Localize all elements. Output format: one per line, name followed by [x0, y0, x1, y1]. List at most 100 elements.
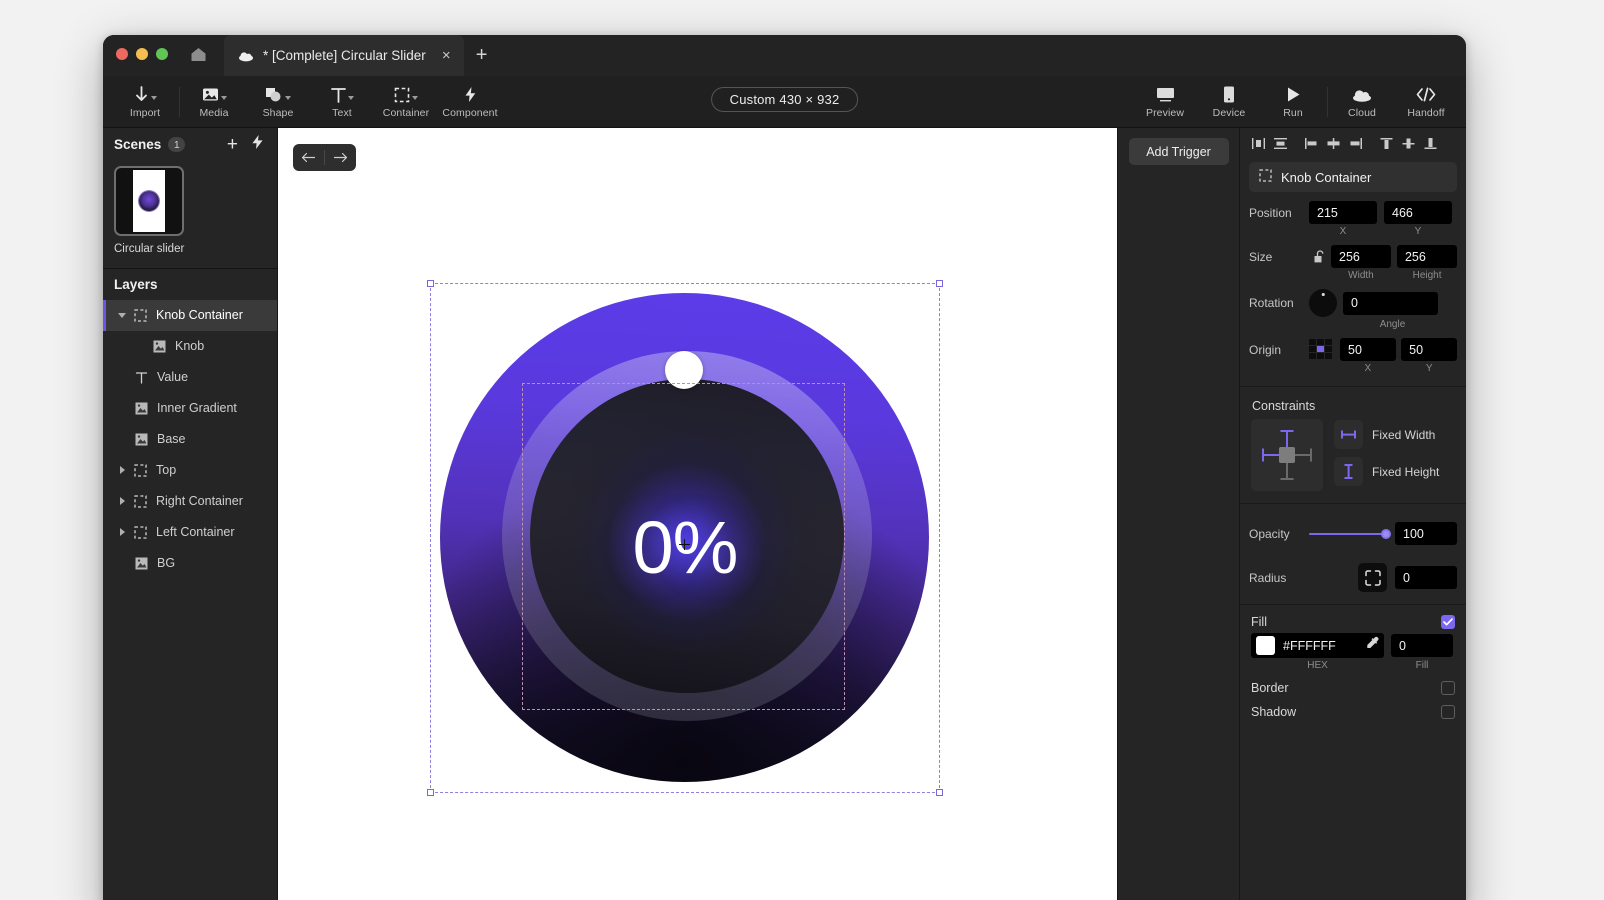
constraints-title: Constraints	[1252, 399, 1316, 413]
new-tab-button[interactable]: +	[464, 35, 500, 76]
tool-shape[interactable]: Shape	[246, 76, 310, 128]
fixed-height-label: Fixed Height	[1372, 464, 1440, 479]
close-window-button[interactable]	[116, 48, 128, 60]
tool-device[interactable]: Device	[1197, 76, 1261, 128]
constraints-widget-icon[interactable]	[1251, 419, 1323, 491]
resize-handle-bottom-right[interactable]	[936, 789, 943, 796]
position-x-input[interactable]: 215	[1309, 201, 1377, 224]
radius-corners-icon[interactable]	[1358, 563, 1387, 592]
fill-header: Fill	[1240, 609, 1466, 633]
chevron-down-icon	[412, 95, 418, 100]
border-checkbox[interactable]	[1441, 681, 1455, 695]
arrow-right-icon[interactable]	[325, 152, 356, 163]
canvas-size-selector[interactable]: Custom 430 × 932	[710, 87, 859, 112]
fill-color-field[interactable]: #FFFFFF	[1251, 633, 1384, 658]
resize-handle-bottom-left[interactable]	[427, 789, 434, 796]
layer-row-bg[interactable]: BG	[103, 548, 277, 579]
tab-circular-slider[interactable]: * [Complete] Circular Slider ×	[224, 35, 464, 76]
align-center-horizontal-icon[interactable]	[1323, 133, 1343, 153]
unlock-icon[interactable]	[1309, 249, 1331, 264]
fill-color-swatch[interactable]	[1256, 636, 1275, 655]
fill-amount-input[interactable]: 0	[1391, 634, 1453, 657]
distribute-vertical-icon[interactable]	[1270, 133, 1290, 153]
tool-cloud[interactable]: Cloud	[1330, 76, 1394, 128]
position-y-input[interactable]: 466	[1384, 201, 1452, 224]
radius-input[interactable]: 0	[1395, 566, 1457, 589]
tool-label: Component	[442, 107, 498, 119]
layer-row-right-container[interactable]: Right Container	[103, 486, 277, 517]
design-canvas[interactable]: 0%	[278, 128, 1117, 900]
bolt-icon[interactable]	[251, 134, 264, 155]
appearance-section: Opacity 100 Radius 0	[1240, 508, 1466, 600]
opacity-slider[interactable]	[1309, 528, 1395, 539]
opacity-label: Opacity	[1249, 526, 1290, 541]
circular-slider-artwork[interactable]: 0%	[427, 280, 943, 796]
layer-row-inner-gradient[interactable]: Inner Gradient	[103, 393, 277, 424]
resize-handle-top-left[interactable]	[427, 280, 434, 287]
align-left-icon[interactable]	[1301, 133, 1321, 153]
tool-container[interactable]: Container	[374, 76, 438, 128]
align-top-icon[interactable]	[1376, 133, 1396, 153]
tool-media[interactable]: Media	[182, 76, 246, 128]
tool-import[interactable]: Import	[113, 76, 177, 128]
fixed-height-icon	[1334, 457, 1363, 486]
add-trigger-button[interactable]: Add Trigger	[1128, 138, 1229, 165]
panel-divider	[1240, 386, 1466, 387]
layer-row-knob-container[interactable]: Knob Container	[103, 299, 277, 331]
shadow-checkbox[interactable]	[1441, 705, 1455, 719]
home-icon[interactable]	[189, 46, 207, 62]
align-right-icon[interactable]	[1345, 133, 1365, 153]
layer-row-knob[interactable]: Knob	[103, 331, 277, 362]
origin-x-input[interactable]: 50	[1340, 338, 1396, 361]
device-phone-icon	[1223, 85, 1235, 104]
layer-row-left-container[interactable]: Left Container	[103, 517, 277, 548]
fill-amount-sublabel: Fill	[1415, 660, 1429, 671]
fixed-width-option[interactable]: Fixed Width	[1334, 420, 1439, 449]
opacity-slider-handle[interactable]	[1381, 528, 1391, 539]
twisty-toggle[interactable]	[114, 528, 130, 537]
maximize-window-button[interactable]	[156, 48, 168, 60]
tool-preview[interactable]: Preview	[1133, 76, 1197, 128]
fill-hex-value[interactable]: #FFFFFF	[1283, 639, 1357, 653]
tool-component[interactable]: Component	[438, 76, 502, 128]
resize-handle-top-right[interactable]	[936, 280, 943, 287]
opacity-input[interactable]: 100	[1395, 522, 1457, 545]
twisty-toggle[interactable]	[114, 497, 130, 506]
plus-icon[interactable]: +	[227, 135, 238, 154]
size-height-input[interactable]: 256	[1396, 245, 1457, 268]
tool-handoff[interactable]: Handoff	[1394, 76, 1458, 128]
distribute-horizontal-icon[interactable]	[1248, 133, 1268, 153]
fixed-height-option[interactable]: Fixed Height	[1334, 457, 1439, 486]
tool-run[interactable]: Run	[1261, 76, 1325, 128]
selection-bounding-box[interactable]	[427, 280, 943, 796]
origin-grid-icon[interactable]	[1309, 338, 1333, 361]
scenes-actions: +	[227, 134, 266, 155]
align-bottom-icon[interactable]	[1420, 133, 1440, 153]
component-bolt-icon	[464, 85, 477, 104]
constraints-options: Fixed Width Fixed Height	[1334, 419, 1439, 491]
scene-thumbnail[interactable]	[114, 166, 184, 236]
chevron-down-icon	[347, 95, 354, 100]
layer-row-value[interactable]: Value	[103, 362, 277, 393]
arrow-left-icon[interactable]	[293, 152, 324, 163]
fill-checkbox[interactable]	[1441, 615, 1455, 629]
close-icon[interactable]: ×	[442, 48, 451, 63]
size-width-input[interactable]: 256	[1331, 245, 1392, 268]
scene-item-circular-slider[interactable]: Circular slider	[103, 161, 277, 268]
window-controls[interactable]	[116, 48, 168, 60]
selected-layer-chip[interactable]: Knob Container	[1249, 162, 1457, 192]
twisty-toggle[interactable]	[114, 466, 130, 475]
eyedropper-icon[interactable]	[1365, 636, 1379, 655]
layer-name: Top	[156, 463, 177, 478]
rotation-sublabels: Angle	[1345, 319, 1457, 330]
container-dashed-icon	[130, 463, 150, 477]
layer-row-top[interactable]: Top	[103, 455, 277, 486]
origin-y-input[interactable]: 50	[1401, 338, 1457, 361]
layer-row-base[interactable]: Base	[103, 424, 277, 455]
rotation-dial-icon[interactable]	[1309, 289, 1337, 317]
rotation-angle-input[interactable]: 0	[1343, 291, 1438, 315]
tool-text[interactable]: Text	[310, 76, 374, 128]
twisty-toggle[interactable]	[114, 312, 130, 318]
align-center-vertical-icon[interactable]	[1398, 133, 1418, 153]
minimize-window-button[interactable]	[136, 48, 148, 60]
